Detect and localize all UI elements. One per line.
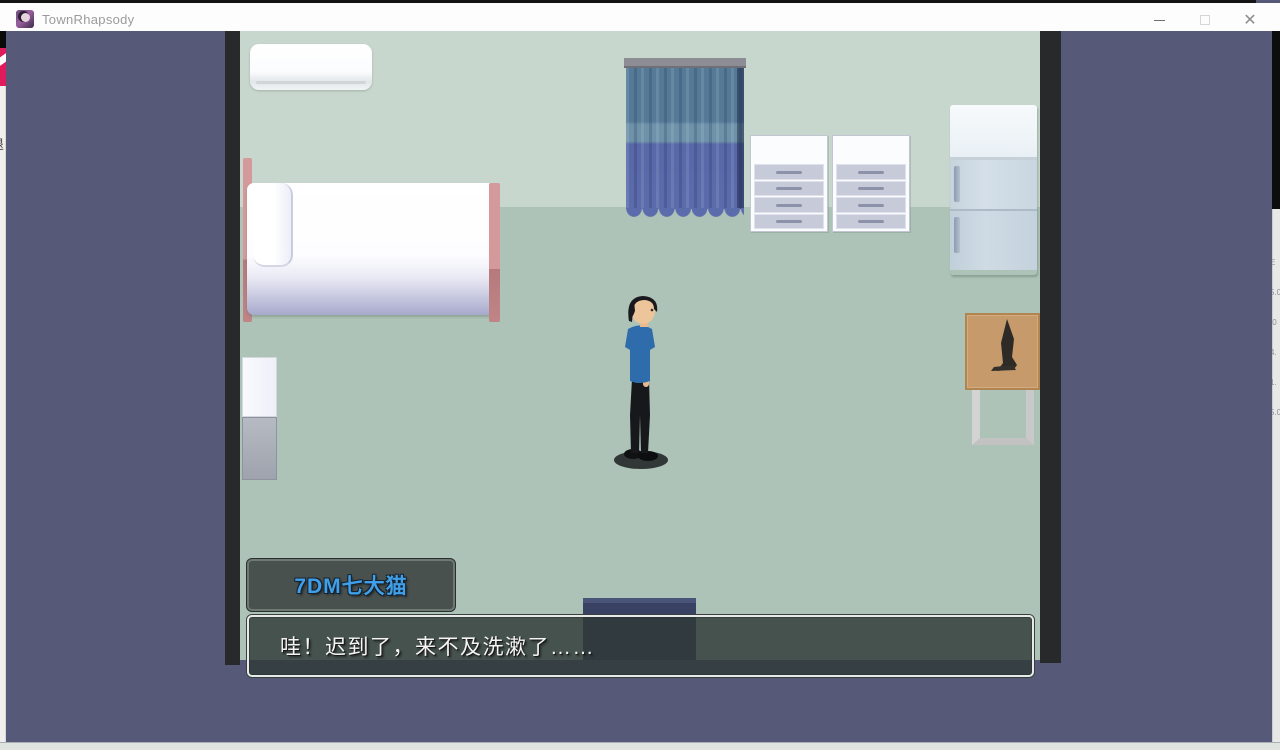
air-conditioner [250,44,372,90]
dresser-left [750,135,828,232]
left-sliver-page [0,86,6,742]
fridge-handle-icon [954,166,960,202]
maximize-button[interactable] [1182,6,1228,34]
right-sliver-dark [1272,31,1280,209]
app-icon [16,10,34,28]
maximize-icon [1200,15,1210,25]
pillow [253,183,293,267]
window-titlebar[interactable]: TownRhapsody ✕ [0,3,1280,31]
left-sliver-logo [0,48,6,86]
right-sliver-text-fragments: E 5.0 .0 4. 1. 5.0 [1272,248,1280,468]
left-sliver-text-fragment: 退 [0,134,6,150]
window-title: TownRhapsody [42,12,135,27]
left-sliver-dark [0,31,6,48]
speaker-name-box: 7DM七大猫 [247,559,455,611]
minimize-icon [1154,20,1165,21]
speaker-name: 7DM七大猫 [294,570,407,600]
mirror-cabinet [242,357,277,480]
player-character [612,293,672,473]
dialogue-box[interactable]: 哇！迟到了，来不及洗漱了…… [247,615,1034,677]
bed-post-right [489,183,500,322]
dialogue-text: 哇！迟到了，来不及洗漱了…… [280,631,595,661]
dresser-right [832,135,910,232]
dresser-drawers [754,164,824,229]
fridge-handle-icon [954,217,960,253]
side-table [965,313,1040,390]
dresser-drawers [836,164,906,229]
refrigerator [950,105,1037,275]
game-letterbox-left [225,31,240,665]
taskbar-edge [0,742,1280,750]
window-curtain [626,68,744,209]
side-table-legs [972,390,1034,445]
refrigerator-freezer [950,105,1037,160]
minimize-button[interactable] [1136,6,1182,34]
curtain-rod [624,58,746,68]
desktop-screen: TownRhapsody ✕ 退 E 5.0 .0 4. 1. 5.0 [0,0,1280,750]
close-button[interactable]: ✕ [1227,6,1273,34]
dark-figurine [967,315,1038,388]
game-letterbox-right [1040,31,1061,663]
